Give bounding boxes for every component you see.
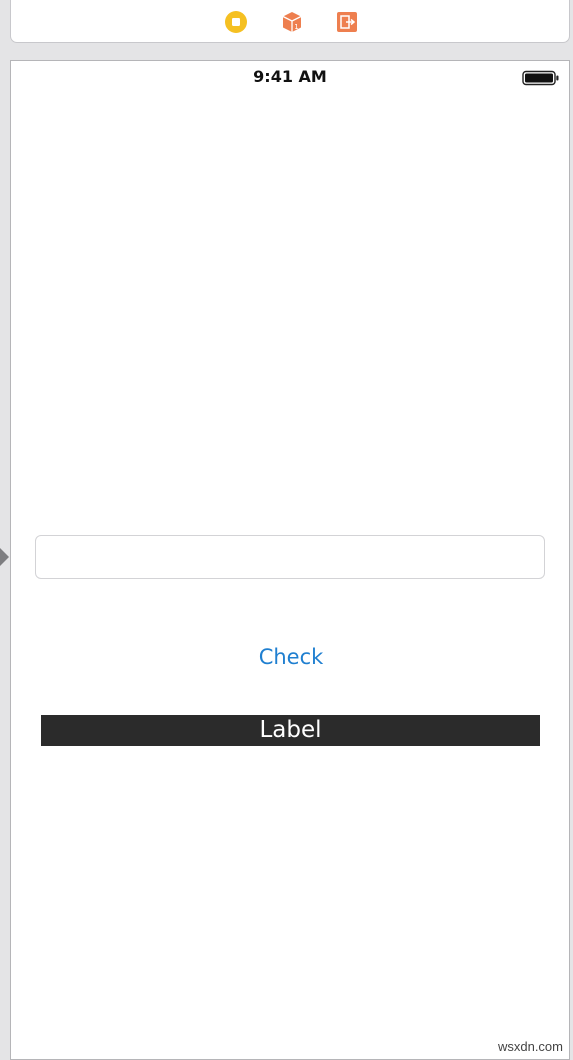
status-bar-time: 9:41 AM <box>253 67 327 86</box>
watermark: wsxdn.com <box>497 1039 563 1054</box>
check-button[interactable]: Check <box>211 641 371 673</box>
view-controller-icon[interactable] <box>224 10 248 34</box>
exit-icon[interactable] <box>335 10 359 34</box>
svg-text:1: 1 <box>294 23 298 31</box>
phone-canvas: 9:41 AM Check Label <box>10 60 570 1060</box>
initial-view-controller-arrow <box>0 548 9 566</box>
first-responder-icon[interactable]: 1 <box>280 10 304 34</box>
text-field[interactable] <box>35 535 545 579</box>
scene-dock: 1 <box>10 0 570 43</box>
result-label: Label <box>41 715 540 746</box>
battery-icon <box>522 70 560 86</box>
